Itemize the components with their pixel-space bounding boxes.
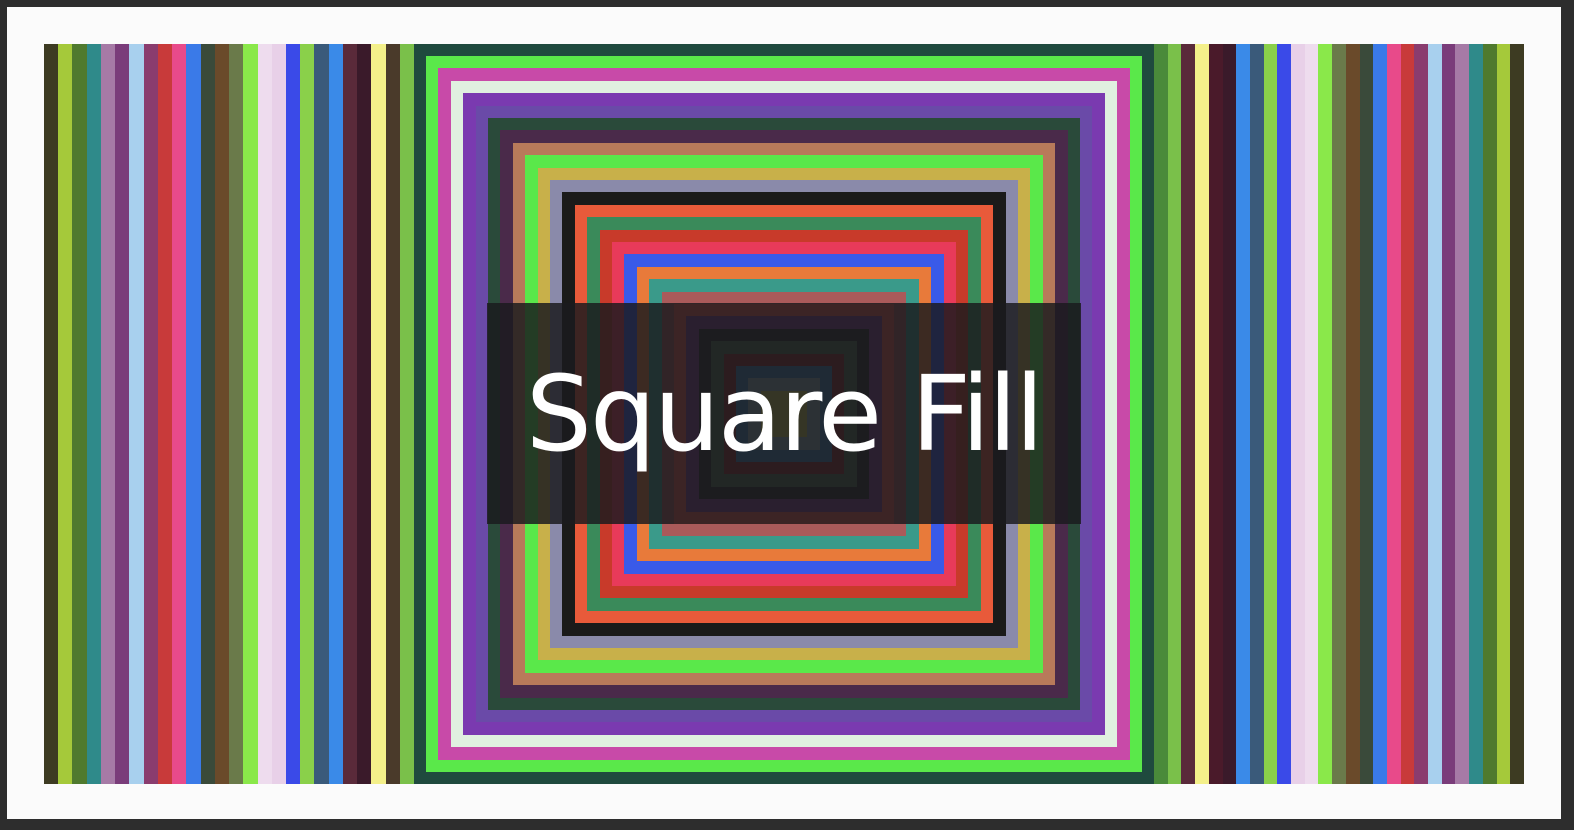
color-stripe [1181, 44, 1196, 784]
color-stripe [72, 44, 87, 784]
color-stripe [328, 44, 343, 784]
color-stripe [342, 44, 358, 784]
color-stripe [1510, 44, 1524, 784]
color-stripe [385, 44, 400, 784]
color-stripe [1496, 44, 1511, 784]
color-stripe [1222, 44, 1237, 784]
color-stripe [44, 44, 59, 784]
color-stripe [357, 44, 372, 784]
color-stripe [1236, 44, 1250, 784]
color-stripe [1195, 44, 1209, 784]
color-stripe [1154, 44, 1168, 784]
color-stripe [58, 44, 73, 784]
color-stripe [115, 44, 130, 784]
color-stripe [314, 44, 329, 784]
color-stripe [1318, 44, 1333, 784]
color-stripe [1386, 44, 1401, 784]
title-overlay: Square Fill [487, 303, 1081, 524]
color-stripe [399, 44, 415, 784]
left-stripe-panel [44, 44, 415, 784]
color-stripe [1345, 44, 1360, 784]
color-stripe [1441, 44, 1456, 784]
color-stripe [129, 44, 144, 784]
color-stripe [1469, 44, 1483, 784]
color-stripe [1455, 44, 1470, 784]
color-stripe [1428, 44, 1442, 784]
color-stripe [1304, 44, 1319, 784]
color-stripe [200, 44, 215, 784]
color-stripe [1167, 44, 1182, 784]
color-stripe [1332, 44, 1346, 784]
color-stripe [1482, 44, 1497, 784]
canvas-frame: Square Fill [7, 7, 1561, 819]
color-stripe [285, 44, 301, 784]
color-stripe [1414, 44, 1429, 784]
page-title: Square Fill [525, 352, 1044, 475]
color-stripe [86, 44, 101, 784]
color-stripe [143, 44, 158, 784]
color-stripe [214, 44, 230, 784]
color-stripe [243, 44, 258, 784]
color-stripe [1263, 44, 1278, 784]
color-stripe [1208, 44, 1223, 784]
right-stripe-panel [1154, 44, 1524, 784]
color-stripe [229, 44, 244, 784]
color-stripe [186, 44, 201, 784]
color-stripe [157, 44, 173, 784]
color-stripe [1359, 44, 1374, 784]
color-stripe [371, 44, 386, 784]
color-stripe [1400, 44, 1415, 784]
color-stripe [271, 44, 286, 784]
color-stripe [300, 44, 315, 784]
color-stripe [257, 44, 272, 784]
color-stripe [100, 44, 116, 784]
color-stripe [1373, 44, 1387, 784]
color-stripe [172, 44, 187, 784]
color-stripe [1277, 44, 1292, 784]
color-stripe [1291, 44, 1305, 784]
color-stripe [1249, 44, 1264, 784]
